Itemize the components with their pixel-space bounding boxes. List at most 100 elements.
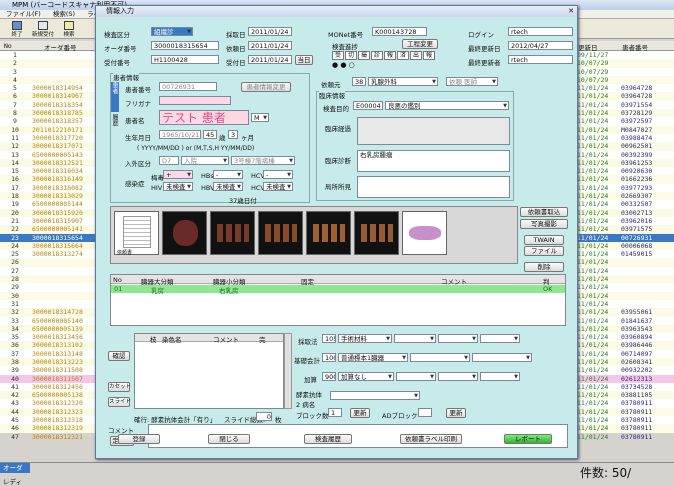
process-step[interactable]: 済 — [397, 51, 409, 60]
capture-request-button[interactable]: 依頼書取込 — [520, 207, 568, 217]
receipt-date-label: 受付日 — [226, 59, 246, 67]
exam-type-select[interactable]: 組織診 — [151, 27, 193, 36]
image-strip[interactable]: 依頼書 — [110, 206, 518, 264]
stain-table[interactable]: 枝 染色名 コメント 完 — [134, 333, 284, 409]
patient-name-field[interactable]: テスト 患者 — [159, 110, 249, 125]
receipt-date-field[interactable]: 2011/01/24 — [248, 55, 292, 64]
room-select[interactable]: 3号棟7階病棟 — [231, 156, 295, 165]
collect-method-select[interactable]: 手術材料 — [338, 334, 392, 343]
process-step[interactable]: 切 — [345, 51, 357, 60]
sex-select[interactable]: M — [251, 113, 269, 122]
specimen-thumb-1[interactable] — [162, 211, 207, 255]
specimen-thumb-5[interactable] — [354, 211, 399, 255]
cell-pat: 03780911 — [621, 416, 653, 425]
specimen-row[interactable]: 01 乳房 右乳房 OK — [111, 285, 565, 295]
process-step[interactable]: 報 — [423, 51, 435, 60]
order-no-field[interactable]: 3000018315654 — [151, 41, 219, 50]
enzyme-select[interactable] — [330, 391, 420, 400]
process-step[interactable]: 撮 — [358, 51, 370, 60]
add-extra-3[interactable] — [480, 372, 520, 381]
collect-extra-3[interactable] — [480, 334, 520, 343]
col-no[interactable]: No — [4, 42, 12, 50]
infection-select[interactable]: 未検査 — [213, 182, 243, 191]
local-field[interactable] — [357, 176, 510, 198]
infection-select[interactable]: - — [263, 170, 293, 179]
today-button[interactable]: 当日 — [295, 55, 313, 65]
menu-file[interactable]: ファイル(F) — [6, 10, 41, 18]
close-button[interactable]: 閉じる — [208, 434, 250, 444]
block-field[interactable]: 1 — [328, 408, 342, 417]
ad-update-button[interactable]: 更新 — [446, 408, 466, 418]
purpose-code-field[interactable]: E00004 — [353, 101, 383, 110]
kana-field[interactable] — [159, 96, 231, 105]
patient-name-label: 患者名 — [125, 117, 145, 125]
file-button[interactable]: ファイル — [524, 246, 564, 256]
basic-select[interactable]: 普通標本1臓器 — [338, 353, 408, 362]
block-update-button[interactable]: 更新 — [350, 408, 370, 418]
process-step[interactable]: 受 — [332, 51, 344, 60]
infection-select[interactable]: - — [213, 170, 243, 179]
add-code[interactable]: 900 — [322, 372, 336, 381]
register-button[interactable]: 登録 — [118, 434, 160, 444]
add-extra-1[interactable] — [396, 372, 436, 381]
patient-change-button[interactable]: 患者情報変更 — [241, 82, 291, 92]
menu-search[interactable]: 検索(S) — [53, 10, 75, 18]
twain-button[interactable]: TWAIN — [524, 235, 564, 245]
admit-select[interactable]: 入院 — [181, 156, 229, 165]
add-select[interactable]: 加算なし — [338, 372, 394, 381]
report-button[interactable]: レポート — [504, 434, 552, 444]
search-button[interactable]: 検索 — [56, 19, 82, 38]
specimen-thumb-2[interactable] — [210, 211, 255, 255]
search-icon — [64, 21, 74, 30]
collect-extra-2[interactable] — [438, 334, 478, 343]
slide-button[interactable]: スライド — [108, 397, 131, 407]
infection-select[interactable]: 未検査 — [263, 182, 293, 191]
photo-button[interactable]: 写真撮影 — [520, 219, 568, 229]
ad-block-field[interactable] — [418, 408, 432, 417]
cassette-button[interactable]: カセット — [108, 382, 131, 392]
dept-code-field[interactable]: 38 — [352, 77, 366, 86]
patient-tab[interactable]: 患者 — [111, 82, 119, 112]
specimen-thumb-3[interactable] — [258, 211, 303, 255]
confirm-button[interactable]: 確認 — [108, 351, 130, 361]
print-label-button[interactable]: 依頼書ラベル印刷 — [400, 434, 462, 444]
infection-select[interactable]: + — [163, 170, 193, 179]
infection-select[interactable]: 未検査 — [163, 182, 193, 191]
collect-method-code[interactable]: 105 — [322, 334, 336, 343]
close-icon[interactable]: ✕ — [568, 7, 574, 15]
stain-scrollbar[interactable] — [284, 333, 292, 409]
exit-button[interactable]: 終了 — [4, 19, 30, 38]
monet-field[interactable]: K000143728 — [372, 27, 427, 36]
request-date-field[interactable]: 2011/01/24 — [248, 41, 292, 50]
specimen-table[interactable]: No 臓器大分類 臓器小分類 固定 コメント 判 01 乳房 右乳房 OK — [110, 274, 566, 326]
process-step[interactable]: 報 — [384, 51, 396, 60]
basic-extra-1[interactable] — [410, 353, 470, 362]
process-step[interactable]: 診 — [371, 51, 383, 60]
request-form-thumb[interactable]: 依頼書 — [114, 211, 159, 256]
collect-extra-1[interactable] — [394, 334, 436, 343]
status-order-tab[interactable]: オーダ — [0, 463, 30, 473]
slide-thumb[interactable] — [402, 211, 447, 255]
history-tab[interactable]: 履歴 — [111, 114, 119, 136]
cell-pat: 03881105 — [621, 391, 653, 400]
course-field[interactable] — [357, 117, 510, 145]
specimen-thumb-4[interactable] — [306, 211, 351, 255]
purpose-select[interactable]: 良悪の鑑別 — [385, 101, 509, 110]
dx-field[interactable]: 右乳房腫瘤 — [357, 150, 510, 172]
delete-button[interactable]: 削除 — [524, 262, 564, 272]
collect-date-field[interactable]: 2011/01/24 — [248, 27, 292, 36]
dept-select[interactable]: 乳腺外科 — [368, 77, 438, 86]
basic-code[interactable]: 100 — [322, 353, 336, 362]
process-change-button[interactable]: 工程変更 — [402, 39, 438, 49]
ward-field[interactable]: D7 — [159, 156, 179, 165]
receipt-no-field[interactable]: H1100428 — [151, 55, 219, 64]
history-button[interactable]: 検査履歴 — [304, 434, 352, 444]
patient-id-field[interactable]: 00726931 — [159, 82, 217, 91]
dob-field[interactable]: 1965/10/21 — [159, 130, 201, 139]
infection-name: HIV — [151, 184, 163, 192]
process-step[interactable]: 出 — [410, 51, 422, 60]
new-receipt-button[interactable]: 新規受付 — [30, 19, 56, 38]
doctor-select[interactable]: 依頼 医師 — [446, 77, 498, 86]
add-extra-2[interactable] — [438, 372, 478, 381]
basic-extra-2[interactable] — [472, 353, 532, 362]
